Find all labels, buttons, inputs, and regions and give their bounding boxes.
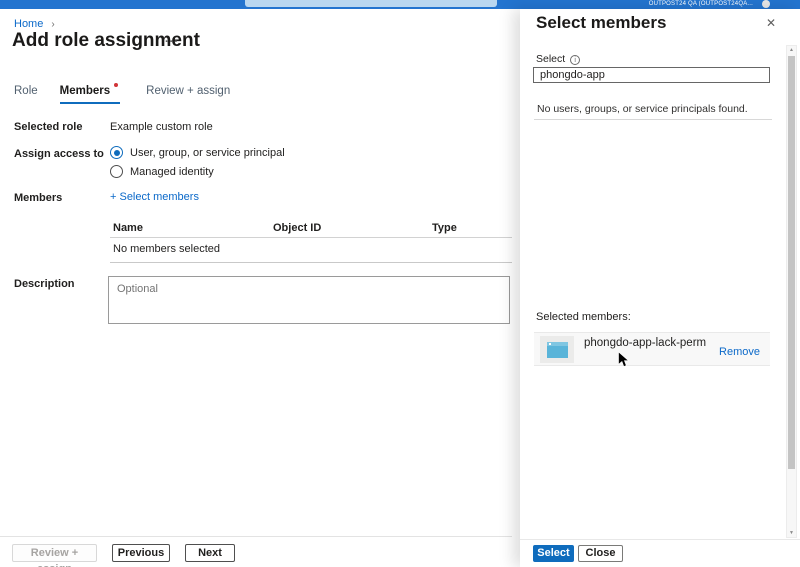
description-textarea[interactable]: [108, 276, 510, 324]
breadcrumb-home-link[interactable]: Home: [14, 18, 43, 30]
column-header-type: Type: [432, 222, 457, 234]
tab-bar: Role Members Review + assign: [14, 85, 252, 104]
selected-role-value: Example custom role: [110, 121, 213, 133]
panel-scrollbar[interactable]: ▲ ▼: [786, 45, 797, 538]
close-button[interactable]: Close: [578, 545, 623, 562]
remove-member-link[interactable]: Remove: [719, 346, 760, 358]
azure-portal-screen: OUTPOST24 QA (OUTPOST24QA... Home › Add …: [0, 0, 800, 567]
select-members-link[interactable]: + Select members: [110, 191, 199, 203]
global-search-input[interactable]: [245, 0, 497, 7]
members-table-empty-row: No members selected: [110, 238, 512, 263]
radio-option-managed-identity-label: Managed identity: [130, 166, 214, 178]
no-members-text: No members selected: [113, 243, 220, 255]
tab-role-label: Role: [14, 85, 38, 97]
members-table: Name Object ID Type No members selected: [110, 221, 512, 263]
mouse-cursor-icon: [616, 351, 631, 369]
review-assign-button[interactable]: Review + assign: [12, 544, 97, 562]
radio-option-user-group-label: User, group, or service principal: [130, 147, 285, 159]
previous-button[interactable]: Previous: [112, 544, 170, 562]
panel-footer: Select Close: [520, 539, 800, 567]
account-name[interactable]: OUTPOST24 QA (OUTPOST24QA...: [649, 1, 753, 7]
radio-option-user-group[interactable]: User, group, or service principal: [110, 146, 285, 159]
tab-review-assign-label: Review + assign: [146, 85, 230, 97]
assign-access-label: Assign access to: [14, 148, 104, 160]
no-results-text: No users, groups, or service principals …: [537, 103, 748, 115]
column-header-object-id: Object ID: [273, 222, 321, 234]
next-button[interactable]: Next: [185, 544, 235, 562]
panel-title: Select members: [536, 13, 666, 33]
column-header-name: Name: [113, 222, 143, 234]
select-button[interactable]: Select: [533, 545, 574, 562]
description-label: Description: [14, 278, 75, 290]
top-nav-bar: OUTPOST24 QA (OUTPOST24QA...: [0, 0, 800, 9]
radio-selected-icon[interactable]: [110, 146, 123, 159]
select-field-label: Selecti: [536, 53, 580, 65]
member-search-input[interactable]: [533, 67, 770, 83]
radio-unselected-icon[interactable]: [110, 165, 123, 178]
avatar[interactable]: [762, 0, 770, 8]
selected-member-item: phongdo-app-lack-perm Remove: [534, 332, 770, 366]
app-icon: [540, 336, 574, 363]
selected-role-label: Selected role: [14, 121, 82, 133]
tab-members-label: Members: [60, 85, 111, 97]
scrollbar-thumb[interactable]: [788, 56, 795, 469]
info-icon[interactable]: i: [570, 55, 580, 65]
members-label: Members: [14, 192, 62, 204]
radio-option-managed-identity[interactable]: Managed identity: [110, 165, 214, 178]
divider: [534, 119, 772, 120]
tab-role[interactable]: Role: [14, 85, 38, 104]
tab-members[interactable]: Members: [60, 85, 121, 104]
scroll-down-icon[interactable]: ▼: [787, 530, 796, 536]
close-icon[interactable]: ✕: [766, 16, 776, 30]
select-members-panel: Select members ✕ Selecti No users, group…: [520, 9, 800, 567]
tab-review-assign[interactable]: Review + assign: [146, 85, 230, 104]
wizard-footer: Review + assign Previous Next: [0, 536, 512, 567]
scroll-up-icon[interactable]: ▲: [787, 47, 796, 53]
selected-members-label: Selected members:: [536, 311, 631, 323]
breadcrumb: Home ›: [14, 18, 55, 30]
unsaved-changes-dot: [114, 83, 118, 87]
chevron-right-icon: ›: [51, 19, 54, 30]
members-table-header-row: Name Object ID Type: [110, 221, 512, 238]
more-menu-icon[interactable]: ···: [165, 36, 179, 48]
member-name: phongdo-app-lack-perm: [584, 337, 706, 349]
